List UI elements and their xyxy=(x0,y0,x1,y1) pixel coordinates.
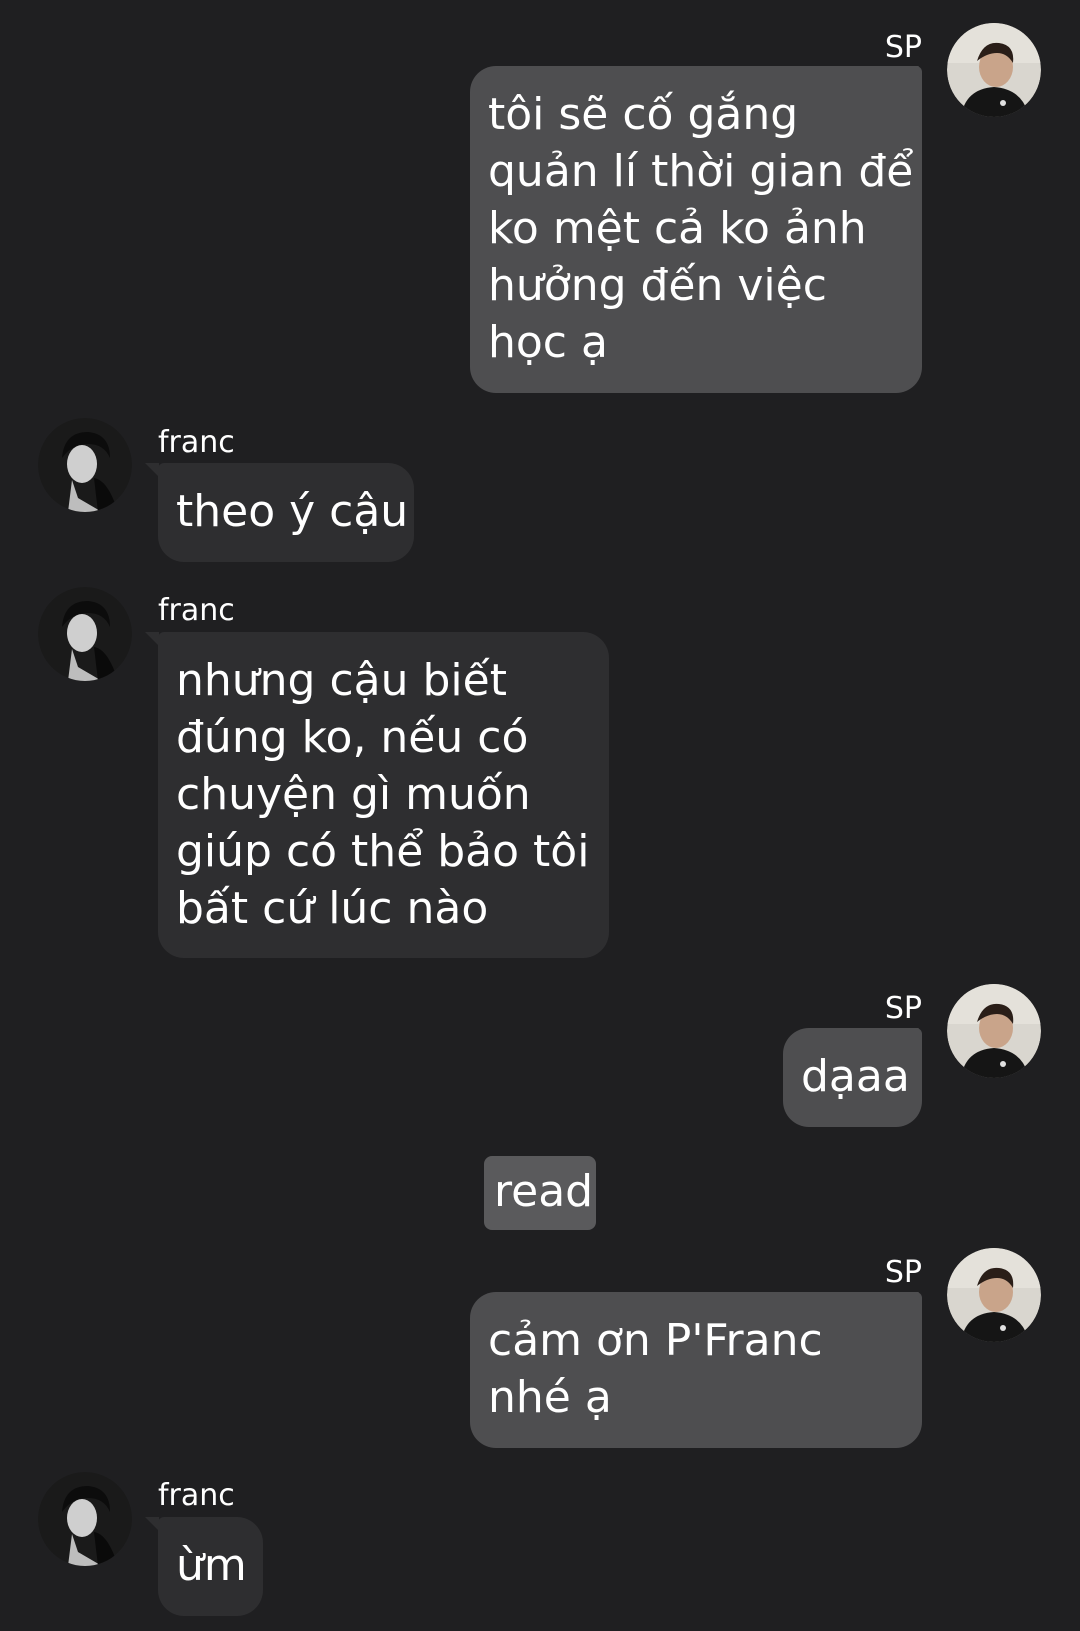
sender-name: franc xyxy=(158,1478,235,1513)
message-bubble-outgoing[interactable]: cảm ơn P'Franc nhé ạ xyxy=(470,1292,922,1448)
read-status-badge: read xyxy=(484,1156,596,1230)
message-text: bất cứ lúc nào xyxy=(176,883,489,934)
message-text: ừm xyxy=(176,1540,247,1591)
avatar-sp[interactable] xyxy=(947,1248,1041,1342)
message-text: tôi sẽ cố gắng xyxy=(488,89,799,140)
message-text: giúp có thể bảo tôi xyxy=(176,826,590,877)
message-bubble-outgoing[interactable]: tôi sẽ cố gắng quản lí thời gian để ko m… xyxy=(470,66,922,393)
message-bubble-incoming[interactable]: nhưng cậu biết đúng ko, nếu có chuyện gì… xyxy=(158,632,609,958)
message-bubble-incoming[interactable]: ừm xyxy=(158,1517,263,1616)
avatar-franc[interactable] xyxy=(38,1472,132,1566)
sender-name: franc xyxy=(158,425,235,460)
message-bubble-outgoing[interactable]: dạaa xyxy=(783,1028,922,1127)
message-text: đúng ko, nếu có xyxy=(176,712,529,763)
avatar-franc[interactable] xyxy=(38,418,132,512)
message-text: ko mệt cả ko ảnh xyxy=(488,203,867,254)
message-text: dạaa xyxy=(801,1051,910,1102)
message-text: chuyện gì muốn xyxy=(176,769,531,820)
message-text: học ạ xyxy=(488,317,608,368)
avatar-sp[interactable] xyxy=(947,984,1041,1078)
sender-name: SP xyxy=(884,30,922,65)
sender-name: SP xyxy=(884,991,922,1026)
message-text: cảm ơn P'Franc xyxy=(488,1315,823,1366)
message-text: theo ý cậu xyxy=(176,486,409,537)
sender-name: SP xyxy=(884,1255,922,1290)
message-text: nhưng cậu biết xyxy=(176,655,507,706)
sender-name: franc xyxy=(158,593,235,628)
avatar-sp[interactable] xyxy=(947,23,1041,117)
avatar-franc[interactable] xyxy=(38,587,132,681)
message-text: nhé ạ xyxy=(488,1372,612,1423)
message-text: hưởng đến việc xyxy=(488,260,827,311)
message-bubble-incoming[interactable]: theo ý cậu xyxy=(158,463,414,562)
message-text: quản lí thời gian để xyxy=(488,146,914,197)
